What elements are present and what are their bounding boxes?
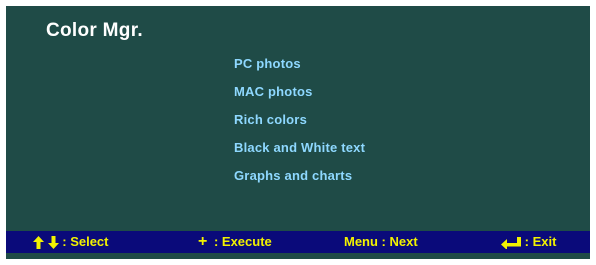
- select-hint: : Select: [33, 231, 109, 253]
- execute-hint-label: : Execute: [213, 234, 272, 249]
- select-hint-label: : Select: [62, 234, 109, 249]
- osd-title: Color Mgr.: [46, 20, 143, 41]
- menu-item-graphs-and-charts[interactable]: Graphs and charts: [234, 167, 365, 195]
- exit-hint: : Exit: [501, 231, 556, 253]
- plus-icon: +: [198, 233, 208, 250]
- up-arrow-icon: [33, 236, 44, 250]
- menu-next-hint: Menu : Next: [344, 231, 418, 253]
- color-mode-menu: PC photos MAC photos Rich colors Black a…: [234, 55, 365, 195]
- execute-hint: + : Execute: [198, 231, 272, 253]
- exit-hint-label: : Exit: [524, 234, 557, 249]
- key-hint-bar: : Select + : Execute Menu : Next : Exit: [6, 231, 590, 253]
- menu-item-rich-colors[interactable]: Rich colors: [234, 111, 365, 139]
- down-arrow-icon: [47, 236, 59, 250]
- enter-return-icon: [501, 236, 521, 249]
- menu-next-hint-label: Menu : Next: [344, 234, 418, 249]
- menu-item-black-and-white-text[interactable]: Black and White text: [234, 139, 365, 167]
- color-manager-osd-panel: Color Mgr. PC photos MAC photos Rich col…: [6, 6, 590, 259]
- menu-item-pc-photos[interactable]: PC photos: [234, 55, 365, 83]
- menu-item-mac-photos[interactable]: MAC photos: [234, 83, 365, 111]
